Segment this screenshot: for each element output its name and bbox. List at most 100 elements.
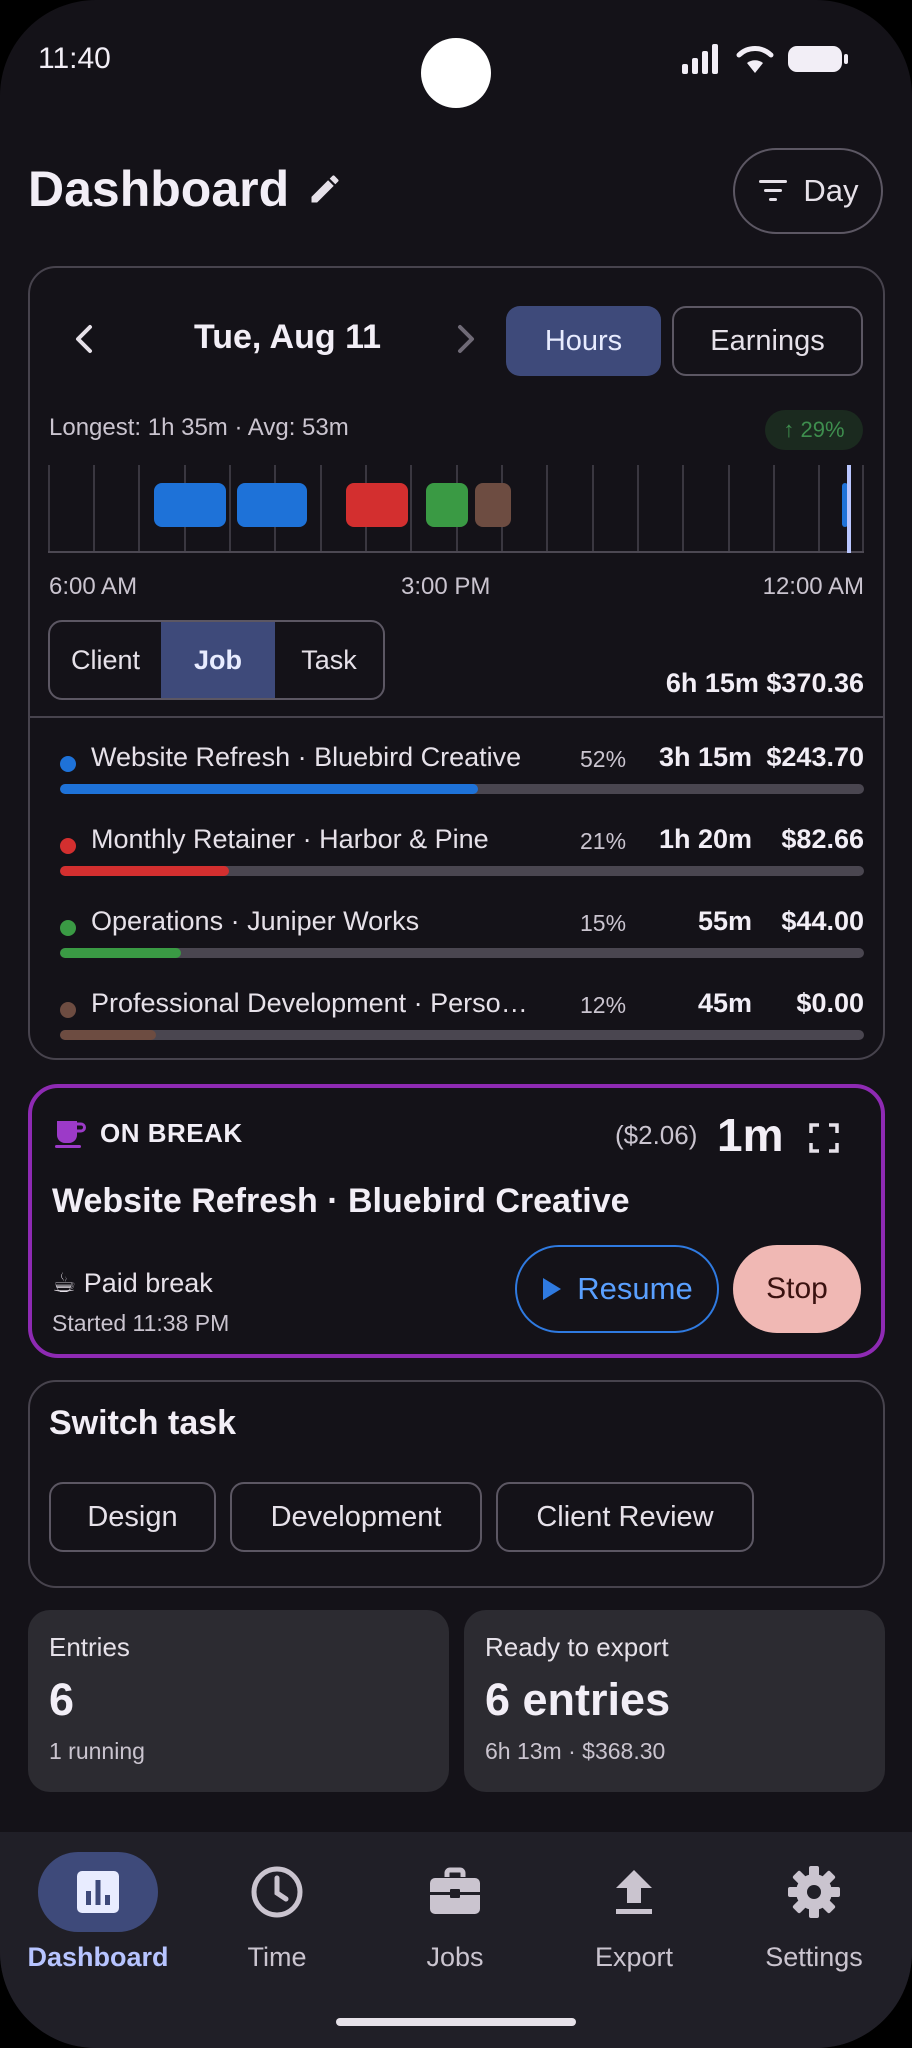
gear-icon <box>788 1866 840 1918</box>
timeline-block-professional-development[interactable] <box>475 483 511 527</box>
job-amount: $0.00 <box>796 988 864 1018</box>
timeline-tick <box>818 465 820 553</box>
switch-task-title: Switch task <box>49 1404 237 1442</box>
nav-jobs[interactable]: Jobs <box>365 1852 545 1973</box>
job-row-monthly-retainer[interactable]: Monthly Retainer · Harbor & Pine 21% 1h 20… <box>58 824 864 880</box>
timeline-tick <box>773 465 775 553</box>
timeline-tick <box>862 465 864 553</box>
task-chip-development[interactable]: Development <box>230 1482 482 1552</box>
job-percent: 21% <box>580 828 627 854</box>
timeline-baseline <box>48 551 864 553</box>
job-percent: 12% <box>580 992 627 1018</box>
entries-count: 6 <box>49 1674 75 1725</box>
chevron-right-icon[interactable] <box>446 314 486 364</box>
job-name: Operations · Juniper Works <box>91 906 420 936</box>
day-timeline <box>48 465 864 553</box>
timeline-tick <box>682 465 684 553</box>
job-share-fill <box>60 866 229 876</box>
job-row-professional-development[interactable]: Professional Development · Perso… 12% 45m $… <box>58 988 864 1044</box>
timeline-tick <box>229 465 231 553</box>
job-row-operations[interactable]: Operations · Juniper Works 15% 55m $44.00 <box>58 906 864 962</box>
battery-icon <box>788 46 848 72</box>
timeline-block-monthly-retainer[interactable] <box>346 483 408 527</box>
entries-label: Entries <box>49 1632 130 1662</box>
selected-date: Tue, Aug 11 <box>194 318 382 356</box>
entries-tile[interactable]: Entries 6 1 running <box>28 1610 449 1792</box>
job-duration: 3h 15m <box>658 742 752 772</box>
break-status-label: ON BREAK <box>100 1118 243 1148</box>
briefcase-icon <box>430 1867 480 1914</box>
clock-icon <box>251 1866 303 1918</box>
entries-running: 1 running <box>49 1738 145 1764</box>
nav-time[interactable]: Time <box>187 1852 367 1973</box>
home-indicator[interactable] <box>336 2018 576 2026</box>
timeline-block-website-refresh[interactable] <box>154 483 226 527</box>
job-name: Website Refresh · Bluebird Creative <box>91 742 522 772</box>
nav-export-label: Export <box>594 1942 674 1972</box>
job-duration: 45m <box>697 988 752 1018</box>
tab-hours[interactable]: Hours <box>506 306 661 376</box>
job-name: Professional Development · Perso… <box>91 988 528 1018</box>
job-share-bar <box>60 948 864 958</box>
break-job-title: Website Refresh · Bluebird Creative <box>52 1182 630 1220</box>
job-amount: $82.66 <box>781 824 864 854</box>
export-label: Ready to export <box>485 1632 669 1662</box>
job-share-fill <box>60 948 181 958</box>
date-navigator: Tue, Aug 11 <box>48 300 498 382</box>
timeline-tick <box>592 465 594 553</box>
page-title-text: Dashboard <box>28 161 290 217</box>
nav-dashboard[interactable]: Dashboard <box>8 1852 188 1973</box>
job-share-bar <box>60 866 864 876</box>
timeline-tick <box>48 465 50 553</box>
export-tile[interactable]: Ready to export 6 entries 6h 13m · $368.… <box>464 1610 885 1792</box>
timeline-block-website-refresh[interactable] <box>237 483 307 527</box>
tab-earnings[interactable]: Earnings <box>672 306 863 376</box>
edit-icon[interactable] <box>307 171 343 207</box>
job-color-dot <box>60 838 76 854</box>
break-started: Started 11:38 PM <box>52 1310 230 1336</box>
period-filter-label: Day <box>803 173 859 208</box>
status-time: 11:40 <box>38 42 111 75</box>
job-amount: $243.70 <box>766 742 864 772</box>
nav-settings-indicator <box>754 1852 874 1932</box>
break-duration: 1m <box>717 1109 784 1161</box>
break-status: ON BREAK <box>54 1118 243 1149</box>
timeline-block-operations[interactable] <box>426 483 468 527</box>
task-chip-design[interactable]: Design <box>49 1482 216 1552</box>
job-percent: 52% <box>580 746 627 772</box>
job-percent: 15% <box>580 910 627 936</box>
signal-icon <box>682 44 718 74</box>
job-share-bar <box>60 1030 864 1040</box>
timeline-tick <box>728 465 730 553</box>
wifi-icon <box>736 46 774 73</box>
page-title: Dashboard <box>28 160 343 218</box>
timeline-tick <box>138 465 140 553</box>
task-chip-client-review[interactable]: Client Review <box>496 1482 754 1552</box>
axis-label-mid: 3:00 PM <box>401 573 491 600</box>
job-duration: 1h 20m <box>658 824 752 854</box>
group-by-job[interactable]: Job <box>161 622 275 698</box>
axis-label-end: 12:00 AM <box>762 573 864 600</box>
export-count: 6 entries <box>485 1674 671 1725</box>
job-row-website-refresh[interactable]: Website Refresh · Bluebird Creative 52% 3h… <box>58 742 864 798</box>
group-by-task[interactable]: Task <box>275 622 383 698</box>
fullscreen-icon[interactable] <box>808 1122 840 1154</box>
axis-label-start: 6:00 AM <box>49 573 138 600</box>
job-name: Monthly Retainer · Harbor & Pine <box>91 824 489 854</box>
group-by-client[interactable]: Client <box>50 622 161 698</box>
phone-screen: 11:40 Dashboard Day Tue, Aug 11 Hours Ea… <box>0 0 912 2048</box>
timeline-tick <box>546 465 548 553</box>
job-duration: 55m <box>697 906 752 936</box>
divider <box>30 716 883 718</box>
chevron-left-icon[interactable] <box>64 314 104 364</box>
bottom-navigation: Dashboard Time Jobs Export Settings <box>0 1832 912 2048</box>
current-time-indicator <box>847 465 851 553</box>
nav-settings[interactable]: Settings <box>724 1852 904 1973</box>
break-type: ☕ Paid break <box>52 1268 213 1298</box>
trend-badge: ↑ 29% <box>765 410 863 450</box>
resume-button[interactable]: Resume <box>515 1245 719 1333</box>
nav-export[interactable]: Export <box>544 1852 724 1973</box>
period-filter-button[interactable]: Day <box>733 148 883 234</box>
stop-button[interactable]: Stop <box>733 1245 861 1333</box>
camera-cutout <box>421 38 491 108</box>
